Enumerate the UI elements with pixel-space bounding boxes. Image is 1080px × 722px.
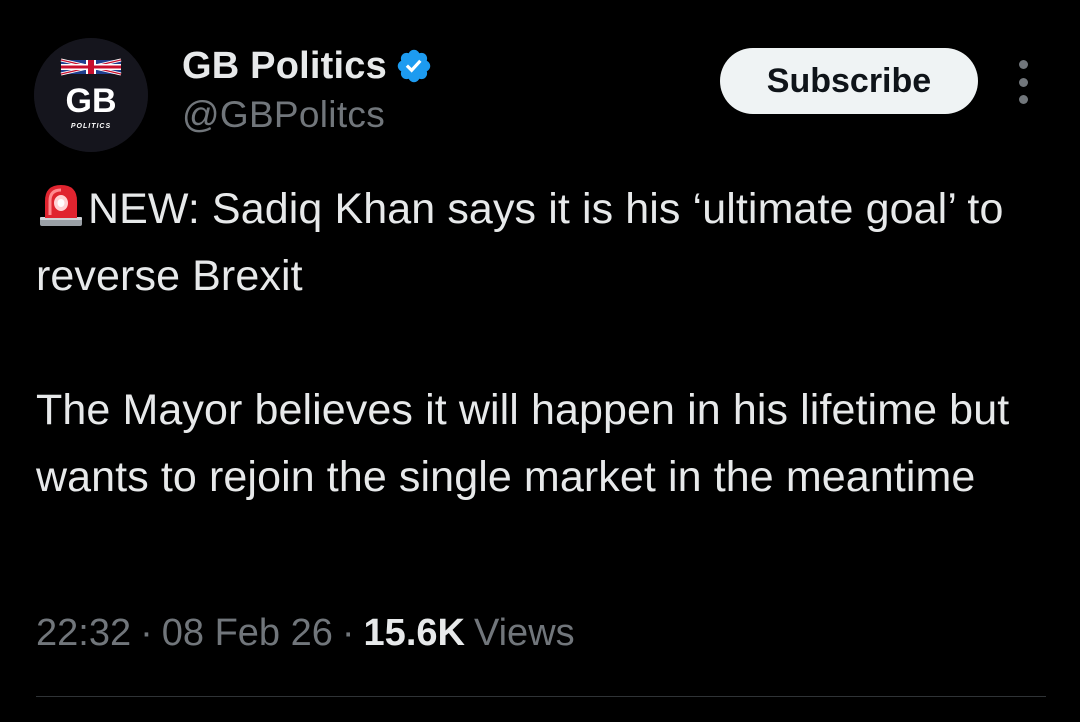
- more-dots-icon[interactable]: [1008, 60, 1038, 104]
- subscribe-button[interactable]: Subscribe: [720, 48, 978, 114]
- gb-politics-logo: GB POLITICS: [34, 38, 148, 152]
- tweet-text: NEW: Sadiq Khan says it is his ‘ultimate…: [36, 176, 1046, 511]
- views-count[interactable]: 15.6K: [364, 612, 465, 655]
- logo-text: GB: [66, 82, 117, 120]
- author-handle[interactable]: @GBPolitcs: [182, 94, 385, 136]
- logo-subtext: POLITICS: [71, 123, 111, 130]
- tweet-meta: 22:32 · 08 Feb 26 · 15.6K Views: [36, 612, 575, 655]
- rotating-light-siren-icon: [40, 185, 82, 226]
- dot: [1018, 60, 1028, 69]
- avatar[interactable]: GB POLITICS: [34, 38, 148, 152]
- tweet-time[interactable]: 22:32: [36, 612, 131, 655]
- tweet-paragraph-1: NEW: Sadiq Khan says it is his ‘ultimate…: [36, 176, 1046, 310]
- author-name-row: GB Politics: [182, 40, 433, 92]
- views-label: Views: [473, 612, 575, 654]
- verified-badge-icon[interactable]: [395, 47, 433, 85]
- divider: [36, 696, 1046, 697]
- tweet-date[interactable]: 08 Feb 26: [162, 612, 333, 655]
- separator: ·: [140, 612, 153, 654]
- tweet-card: GB POLITICS GB Politics @GBPolitcs Subsc…: [0, 0, 1080, 722]
- dot: [1018, 77, 1028, 87]
- separator: ·: [341, 612, 355, 654]
- tweet-line-1: NEW: Sadiq Khan says it is his ‘ultimate…: [36, 185, 1004, 300]
- tweet-paragraph-2: The Mayor believes it will happen in his…: [36, 386, 1010, 501]
- display-name[interactable]: GB Politics: [182, 45, 387, 88]
- dot: [1018, 95, 1028, 104]
